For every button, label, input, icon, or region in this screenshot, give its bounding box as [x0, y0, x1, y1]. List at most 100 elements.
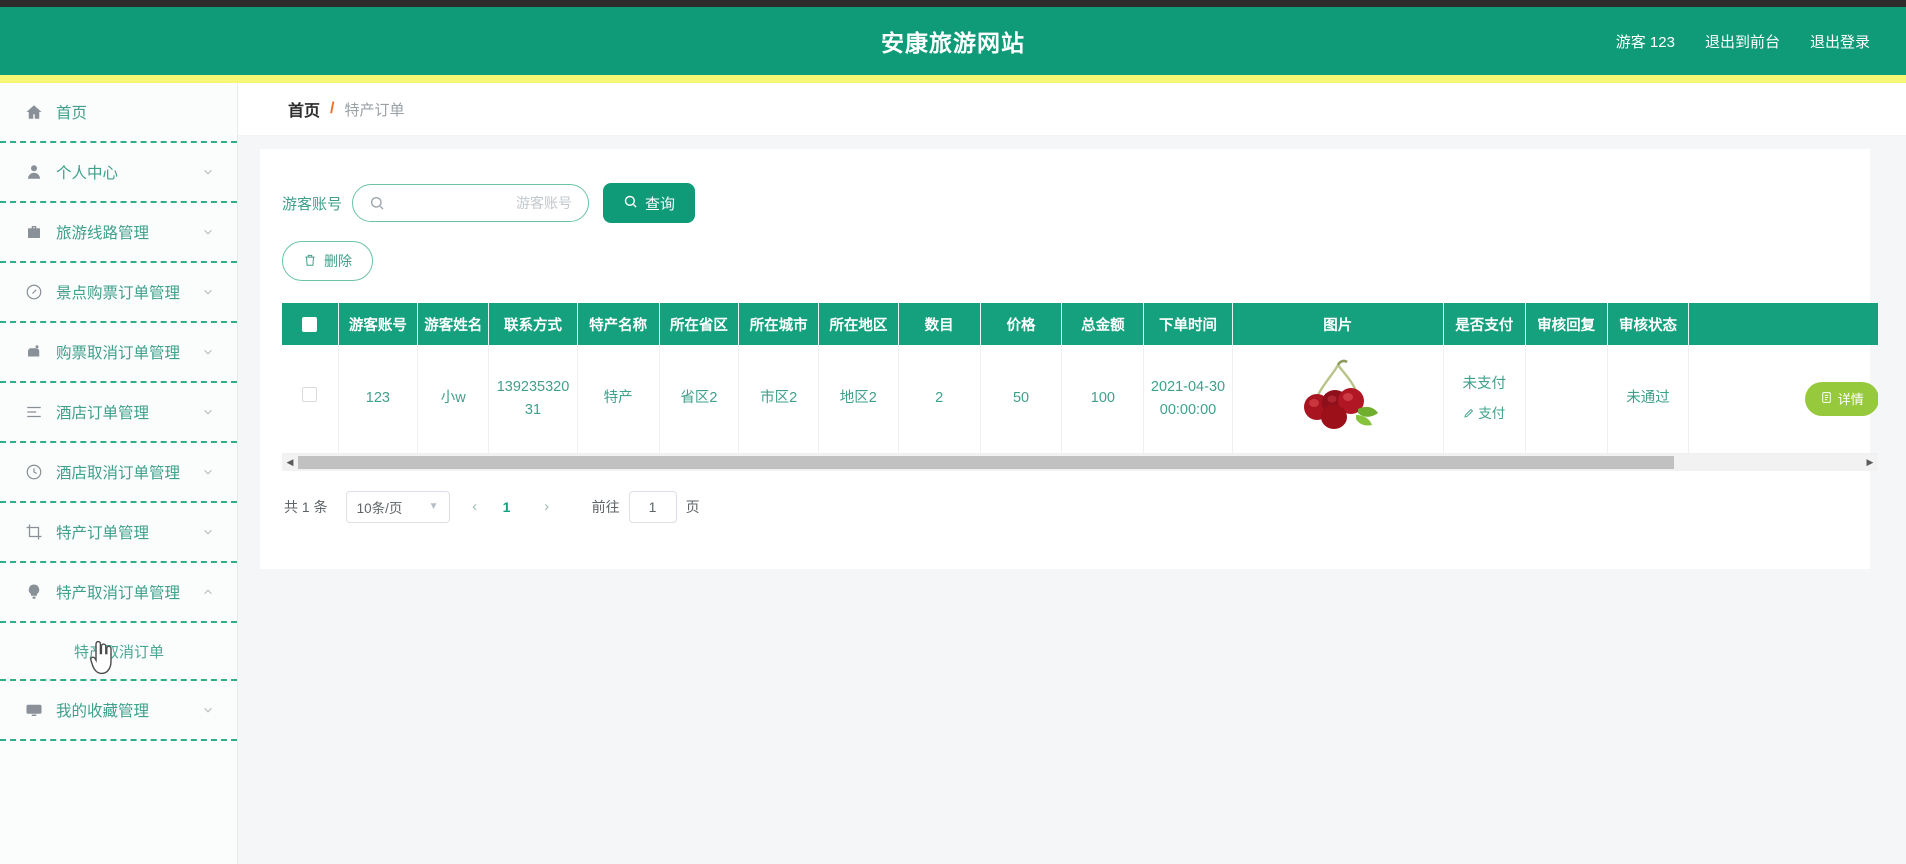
col-tourist-name: 游客姓名 [417, 303, 490, 345]
prev-page-button[interactable]: ‹ [458, 491, 492, 523]
sidebar-item-label: 首页 [56, 105, 88, 122]
sidebar-item-hotel-cancel-orders[interactable]: 酒店取消订单管理 [0, 443, 237, 503]
select-all-checkbox[interactable] [302, 316, 318, 332]
search-input[interactable] [385, 185, 573, 221]
bulb-icon [24, 582, 44, 602]
pagination: 共 1 条 10条/页 ▼ ‹ 1 › 前往 页 [260, 471, 1870, 523]
col-audit-status: 审核状态 [1607, 303, 1690, 345]
accent-strip [0, 75, 1906, 83]
cell-city: 市区2 [738, 345, 819, 454]
row-checkbox[interactable] [302, 387, 318, 403]
pay-link-label: 支付 [1478, 406, 1506, 422]
main-content: 首页 / 特产订单 游客账号 查询 [238, 83, 1906, 864]
col-contact: 联系方式 [488, 303, 578, 345]
col-order-time: 下单时间 [1143, 303, 1233, 345]
pay-link[interactable]: 支付 [1450, 403, 1519, 425]
page-number-1[interactable]: 1 [492, 491, 522, 523]
goto-page-input[interactable] [628, 490, 677, 523]
col-actions [1688, 303, 1878, 345]
select-all-header[interactable] [282, 303, 339, 345]
cell-image [1232, 345, 1444, 454]
sidebar-subitem-specialty-cancel-order[interactable]: 特产取消订单 [0, 623, 237, 681]
clock-circle-icon [24, 282, 44, 302]
sidebar-item-my-favorites[interactable]: 我的收藏管理 [0, 681, 237, 741]
col-total-amount: 总金额 [1061, 303, 1145, 345]
cell-order-time: 2021-04-30 00:00:00 [1143, 345, 1233, 454]
cell-quantity: 2 [898, 345, 981, 454]
col-city: 所在城市 [738, 303, 819, 345]
sidebar-item-ticket-cancel-orders[interactable]: 购票取消订单管理 [0, 323, 237, 383]
home-icon [24, 102, 44, 122]
sidebar-item-personal-center[interactable]: 个人中心 [0, 143, 237, 203]
cell-actions: 详情 详情 [1688, 345, 1878, 454]
sidebar-item-label: 特产取消订单管理 [56, 585, 181, 602]
document-icon [1820, 391, 1833, 407]
exit-to-frontend-link[interactable]: 退出到前台 [1705, 31, 1780, 52]
search-label: 游客账号 [282, 195, 343, 213]
search-icon [623, 194, 638, 213]
search-toolbar: 游客账号 查询 [260, 171, 1870, 223]
query-button[interactable]: 查询 [603, 183, 696, 223]
orders-table: 游客账号 游客姓名 联系方式 特产名称 所在省区 所在城市 所在地区 数目 价格… [282, 303, 1878, 454]
breadcrumb-home[interactable]: 首页 [288, 97, 320, 121]
content-panel: 游客账号 查询 [260, 149, 1878, 569]
search-icon [369, 195, 385, 211]
cell-specialty-name: 特产 [577, 345, 660, 454]
page-size-select[interactable]: 10条/页 ▼ [345, 490, 450, 523]
user-icon [24, 162, 44, 182]
page-unit-label: 页 [685, 498, 700, 515]
sidebar-item-label: 个人中心 [56, 165, 119, 182]
scroll-right-arrow[interactable]: ▶ [1862, 454, 1878, 471]
bulk-actions-toolbar: 删除 [260, 223, 1870, 281]
sidebar: 首页 个人中心 旅游线路管理 景点购票订单管理 购票取消订单管理 酒店订单管理 … [0, 83, 238, 864]
sidebar-item-label: 酒店取消订单管理 [56, 465, 181, 482]
cell-tourist-name: 小w [417, 345, 490, 454]
app-header: 安康旅游网站 游客 123 退出到前台 退出登录 [0, 7, 1906, 75]
col-quantity: 数目 [898, 303, 981, 345]
chevron-down-icon [201, 225, 215, 239]
chevron-up-icon [201, 585, 215, 599]
window-top-bar [0, 0, 1906, 7]
sidebar-item-label: 酒店订单管理 [56, 405, 150, 422]
detail-button[interactable]: 详情 [1804, 381, 1878, 416]
sidebar-item-hotel-orders[interactable]: 酒店订单管理 [0, 383, 237, 443]
search-input-wrapper[interactable] [352, 184, 590, 222]
horizontal-scrollbar[interactable]: ◀ ▶ [282, 453, 1878, 471]
sidebar-item-specialty-cancel-orders[interactable]: 特产取消订单管理 [0, 563, 237, 623]
total-count-label: 共 1 条 [284, 498, 328, 515]
sidebar-item-tour-routes[interactable]: 旅游线路管理 [0, 203, 237, 263]
scroll-left-arrow[interactable]: ◀ [282, 454, 298, 471]
delete-button[interactable]: 删除 [282, 241, 373, 281]
scrollbar-thumb[interactable] [298, 455, 1675, 469]
current-user[interactable]: 游客 123 [1616, 31, 1675, 52]
scrollbar-track[interactable] [298, 454, 1862, 471]
col-tourist-account: 游客账号 [338, 303, 419, 345]
sidebar-item-attraction-ticket-orders[interactable]: 景点购票订单管理 [0, 263, 237, 323]
sidebar-item-specialty-orders[interactable]: 特产订单管理 [0, 503, 237, 563]
chevron-down-icon [201, 703, 215, 717]
page-title: 安康旅游网站 [881, 30, 1025, 56]
breadcrumb: 首页 / 特产订单 [238, 83, 1906, 136]
logout-link[interactable]: 退出登录 [1810, 31, 1870, 52]
cell-province: 省区2 [659, 345, 740, 454]
data-table-container: 游客账号 游客姓名 联系方式 特产名称 所在省区 所在城市 所在地区 数目 价格… [282, 303, 1878, 454]
cell-district: 地区2 [818, 345, 899, 454]
chevron-down-icon [201, 165, 215, 179]
chevron-down-icon [201, 465, 215, 479]
table-row: 123 小w 13923532031 特产 省区2 市区2 地区2 2 50 1… [282, 345, 1878, 454]
time-icon [24, 462, 44, 482]
col-price: 价格 [980, 303, 1063, 345]
row-select-cell[interactable] [282, 345, 339, 454]
sidebar-item-home[interactable]: 首页 [0, 83, 237, 143]
monitor-icon [24, 700, 44, 720]
next-page-button[interactable]: › [530, 491, 564, 523]
col-district: 所在地区 [818, 303, 899, 345]
breadcrumb-current: 特产订单 [344, 101, 405, 119]
page-size-value: 10条/页 [356, 500, 403, 516]
cell-price: 50 [980, 345, 1063, 454]
col-province: 所在省区 [659, 303, 740, 345]
detail-button-label: 详情 [1837, 392, 1864, 408]
briefcase-icon [24, 222, 44, 242]
chevron-down-icon [201, 525, 215, 539]
sidebar-subitem-label: 特产取消订单 [74, 643, 165, 661]
